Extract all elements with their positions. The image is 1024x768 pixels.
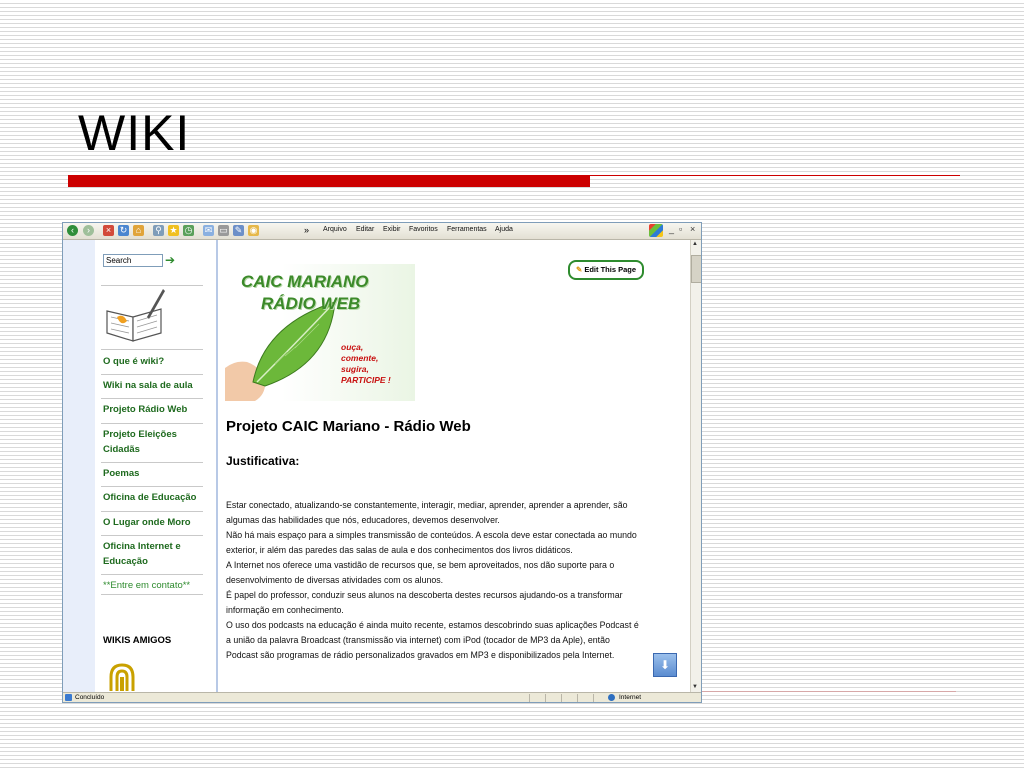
status-cell — [545, 694, 560, 702]
sidebar-nav-item[interactable]: **Entre em contato** — [103, 578, 211, 593]
history-icon[interactable]: ◷ — [183, 225, 194, 236]
forward-icon[interactable]: › — [83, 225, 94, 236]
status-cell — [529, 694, 544, 702]
menu-editar[interactable]: Editar — [356, 226, 374, 233]
bottom-rule — [700, 691, 956, 692]
sidebar-nav-item[interactable]: Oficina Internet e Educação — [103, 539, 211, 569]
paragraph: Estar conectado, atualizando-se constant… — [226, 500, 628, 525]
paragraph: É papel do professor, conduzir seus alun… — [226, 590, 623, 615]
menu-ajuda[interactable]: Ajuda — [495, 226, 513, 233]
print-icon[interactable]: ▭ — [218, 225, 229, 236]
separator — [101, 594, 203, 595]
sidebar-nav-item[interactable]: O Lugar onde Moro — [103, 515, 211, 530]
scroll-up-icon[interactable]: ▲ — [692, 241, 698, 247]
title-rule-thin — [590, 175, 960, 176]
sidebar-nav-item[interactable]: Poemas — [103, 466, 211, 481]
slogan-line: comente, — [341, 353, 379, 363]
paragraph: A Internet nos oferece uma vastidão de r… — [226, 560, 615, 585]
menu-favoritos[interactable]: Favoritos — [409, 226, 438, 233]
slogan-line: PARTICIPE ! — [341, 375, 391, 385]
page-done-icon — [65, 694, 72, 701]
browser-screenshot: ‹ › × ↻ ⌂ ⚲ ★ ◷ ✉ ▭ ✎ ◉ » Arquivo Editar… — [62, 222, 702, 703]
sidebar-nav-item[interactable]: Oficina de Educação — [103, 490, 211, 505]
slide-title: WIKI — [78, 105, 191, 161]
vertical-scrollbar[interactable] — [690, 240, 701, 692]
wikis-heading: WIKIS AMIGOS — [103, 635, 172, 646]
title-rule-thick — [68, 175, 590, 187]
browser-toolbar: ‹ › × ↻ ⌂ ⚲ ★ ◷ ✉ ▭ ✎ ◉ » Arquivo Editar… — [63, 223, 701, 240]
menu-arquivo[interactable]: Arquivo — [323, 226, 347, 233]
scroll-down-button[interactable]: ⬇ — [653, 653, 677, 677]
toolbar-more-icon[interactable]: » — [301, 225, 312, 236]
favorites-icon[interactable]: ★ — [168, 225, 179, 236]
minimize-button[interactable]: _ — [669, 224, 674, 234]
partner-logo-icon[interactable] — [109, 663, 135, 691]
mail-icon[interactable]: ✉ — [203, 225, 214, 236]
separator — [101, 462, 203, 463]
page-heading: Projeto CAIC Mariano - Rádio Web — [226, 418, 471, 435]
separator — [101, 423, 203, 424]
book-quill-icon — [106, 289, 165, 342]
section-heading: Justificativa: — [226, 454, 300, 468]
sidebar-nav-item[interactable]: Wiki na sala de aula — [103, 378, 211, 393]
paragraph: O uso dos podcasts na educação é ainda m… — [226, 620, 639, 660]
status-bar: Concluído Internet — [63, 692, 701, 702]
search-icon[interactable]: ⚲ — [153, 225, 164, 236]
windows-logo-icon — [649, 224, 663, 237]
separator — [101, 511, 203, 512]
status-cell — [561, 694, 576, 702]
edit-icon[interactable]: ✎ — [233, 225, 244, 236]
scroll-down-icon[interactable]: ▼ — [692, 684, 698, 690]
sidebar-nav-item[interactable]: O que é wiki? — [103, 354, 211, 369]
banner-title-line2: RÁDIO WEB — [261, 294, 361, 313]
home-icon[interactable]: ⌂ — [133, 225, 144, 236]
edit-page-button[interactable]: ✎ Edit This Page — [568, 260, 644, 280]
banner-slogan: ouça, comente, sugira, PARTICIPE ! — [341, 342, 391, 386]
menu-exibir[interactable]: Exibir — [383, 226, 401, 233]
edit-page-label: Edit This Page — [584, 265, 637, 274]
slogan-line: ouça, — [341, 342, 364, 352]
status-cell — [593, 694, 608, 702]
stop-icon[interactable]: × — [103, 225, 114, 236]
messenger-icon[interactable]: ◉ — [248, 225, 259, 236]
slogan-line: sugira, — [341, 364, 369, 374]
status-cell — [577, 694, 592, 702]
separator — [101, 574, 203, 575]
status-text: Concluído — [75, 694, 105, 701]
separator — [101, 349, 203, 350]
close-button[interactable]: × — [690, 224, 695, 234]
refresh-icon[interactable]: ↻ — [118, 225, 129, 236]
search-go-icon[interactable]: ➔ — [165, 254, 175, 266]
body-text: Estar conectado, atualizando-se constant… — [226, 498, 644, 663]
scroll-thumb[interactable] — [691, 255, 701, 283]
separator — [101, 398, 203, 399]
internet-zone-icon — [608, 694, 615, 701]
paragraph: Não há mais espaço para a simples transm… — [226, 530, 637, 555]
menu-ferramentas[interactable]: Ferramentas — [447, 226, 487, 233]
pencil-icon: ✎ — [575, 265, 583, 274]
back-icon[interactable]: ‹ — [67, 225, 78, 236]
restore-button[interactable]: ▫ — [679, 224, 682, 234]
sidebar-nav-item[interactable]: Projeto Rádio Web — [103, 402, 211, 417]
zone-text: Internet — [619, 694, 642, 701]
search-input[interactable]: Search — [103, 254, 163, 267]
separator — [101, 374, 203, 375]
separator — [101, 535, 203, 536]
radio-banner: CAIC MARIANO RÁDIO WEB ouça, comente, su… — [225, 264, 415, 401]
separator — [101, 285, 203, 286]
banner-title-line1: CAIC MARIANO — [241, 272, 369, 291]
separator — [101, 486, 203, 487]
sidebar-nav-item[interactable]: Projeto Eleições Cidadãs — [103, 427, 211, 457]
